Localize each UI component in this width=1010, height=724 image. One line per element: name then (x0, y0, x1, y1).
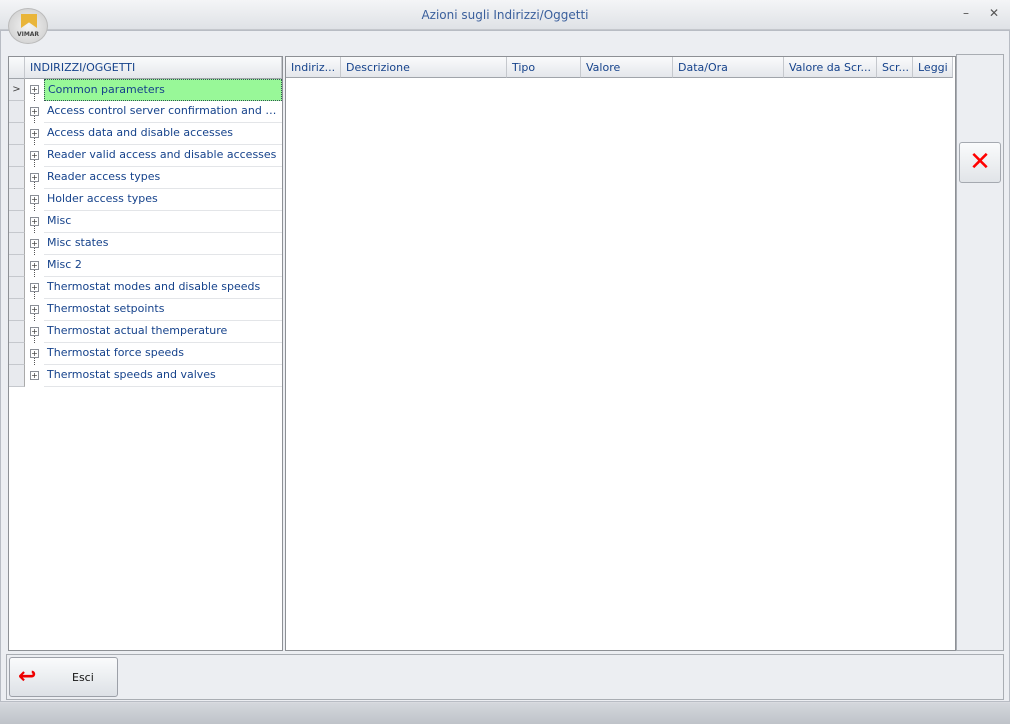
column-header[interactable]: Descrizione (341, 57, 507, 78)
row-selector[interactable] (9, 167, 25, 189)
tree-item-label: Misc 2 (44, 255, 282, 277)
tree-item-label: Thermostat actual themperature (44, 321, 282, 343)
tree-item[interactable]: + Thermostat modes and disable speeds (9, 277, 282, 299)
tree-item[interactable]: + Thermostat speeds and valves (9, 365, 282, 387)
exit-label: Esci (72, 671, 94, 684)
tree-line (34, 358, 35, 365)
tree-line (34, 314, 35, 321)
tree-item-label: Common parameters (44, 79, 282, 101)
row-selector[interactable] (9, 101, 25, 123)
tree-item-label: Holder access types (44, 189, 282, 211)
expand-icon[interactable]: + (30, 327, 39, 336)
column-header[interactable]: Indiriz... (286, 57, 341, 78)
expand-icon[interactable]: + (30, 151, 39, 160)
tree-item-label: Thermostat modes and disable speeds (44, 277, 282, 299)
tree-item-label: Misc states (44, 233, 282, 255)
expand-icon[interactable]: + (30, 217, 39, 226)
expand-icon[interactable]: + (30, 349, 39, 358)
expand-icon[interactable]: + (30, 239, 39, 248)
tree-line (34, 226, 35, 233)
tree-line (34, 160, 35, 167)
exit-button[interactable]: ↩ Esci (9, 657, 118, 697)
tree-line (34, 270, 35, 277)
tree-item-label: Thermostat setpoints (44, 299, 282, 321)
address-tree[interactable]: INDIRIZZI/OGGETTI > + Common parameters … (8, 56, 283, 651)
delete-button[interactable]: ✕ (959, 142, 1001, 183)
expand-icon[interactable]: + (30, 85, 39, 94)
column-header[interactable]: Tipo (507, 57, 581, 78)
tree-item[interactable]: + Holder access types (9, 189, 282, 211)
delete-x-icon: ✕ (969, 147, 991, 177)
tree-item-label: Reader access types (44, 167, 282, 189)
tree-item[interactable]: + Thermostat setpoints (9, 299, 282, 321)
tree-item[interactable]: + Thermostat actual themperature (9, 321, 282, 343)
tree-line (34, 182, 35, 189)
expand-icon[interactable]: + (30, 129, 39, 138)
expand-icon[interactable]: + (30, 173, 39, 182)
column-header[interactable]: Leggi (913, 57, 953, 78)
expand-icon[interactable]: + (30, 195, 39, 204)
row-selector[interactable] (9, 299, 25, 321)
row-selector[interactable] (9, 277, 25, 299)
column-header[interactable]: Data/Ora (673, 57, 784, 78)
tree-line (34, 204, 35, 211)
tree-item[interactable]: + Thermostat force speeds (9, 343, 282, 365)
tree-item-label: Thermostat speeds and valves (44, 365, 282, 387)
tree-line (34, 248, 35, 255)
column-header[interactable]: Scr... (877, 57, 913, 78)
row-selector[interactable] (9, 189, 25, 211)
expand-icon[interactable]: + (30, 371, 39, 380)
row-selector[interactable]: > (9, 79, 25, 101)
title-bar: Azioni sugli Indirizzi/Oggetti – ✕ (0, 0, 1010, 30)
right-panel: ✕ (956, 54, 1004, 651)
row-selector[interactable] (9, 211, 25, 233)
row-selector[interactable] (9, 145, 25, 167)
tree-item-label: Thermostat force speeds (44, 343, 282, 365)
return-arrow-icon: ↩ (18, 664, 37, 689)
tree-item-label: Misc (44, 211, 282, 233)
tree-item[interactable]: + Access control server confirmation and… (9, 101, 282, 123)
tree-line (34, 138, 35, 145)
tree-item[interactable]: + Reader access types (9, 167, 282, 189)
status-bar (0, 703, 1010, 724)
expand-icon[interactable]: + (30, 283, 39, 292)
tree-item[interactable]: > + Common parameters (9, 79, 282, 101)
vimar-logo[interactable]: VIMAR (8, 8, 48, 44)
minimize-button[interactable]: – (963, 6, 969, 20)
expand-icon[interactable]: + (30, 261, 39, 270)
objects-grid[interactable]: Indiriz... Descrizione Tipo Valore Data/Ora V… (285, 56, 956, 651)
row-selector[interactable] (9, 343, 25, 365)
tree-item-label: Access data and disable accesses (44, 123, 282, 145)
column-header[interactable]: Valore (581, 57, 673, 78)
tree-item-label: Reader valid access and disable accesses (44, 145, 282, 167)
tree-line (34, 336, 35, 343)
tree-line (34, 116, 35, 123)
window-title: Azioni sugli Indirizzi/Oggetti (421, 8, 589, 22)
tree-header: INDIRIZZI/OGGETTI (25, 57, 282, 79)
tree-line (34, 292, 35, 299)
row-selector[interactable] (9, 255, 25, 277)
row-header-corner (9, 57, 25, 79)
close-button[interactable]: ✕ (989, 6, 999, 20)
tree-item[interactable]: + Misc 2 (9, 255, 282, 277)
tree-item[interactable]: + Access data and disable accesses (9, 123, 282, 145)
row-selector[interactable] (9, 321, 25, 343)
bottom-bar: ↩ Esci (6, 654, 1004, 700)
tree-item[interactable]: + Reader valid access and disable access… (9, 145, 282, 167)
tree-item[interactable]: + Misc (9, 211, 282, 233)
row-selector[interactable] (9, 365, 25, 387)
tree-item-label: Access control server confirmation and t… (44, 101, 282, 123)
row-selector[interactable] (9, 233, 25, 255)
column-header[interactable]: Valore da Scr... (784, 57, 877, 78)
tree-line (34, 94, 35, 101)
expand-icon[interactable]: + (30, 107, 39, 116)
expand-icon[interactable]: + (30, 305, 39, 314)
tree-item[interactable]: + Misc states (9, 233, 282, 255)
row-selector[interactable] (9, 123, 25, 145)
